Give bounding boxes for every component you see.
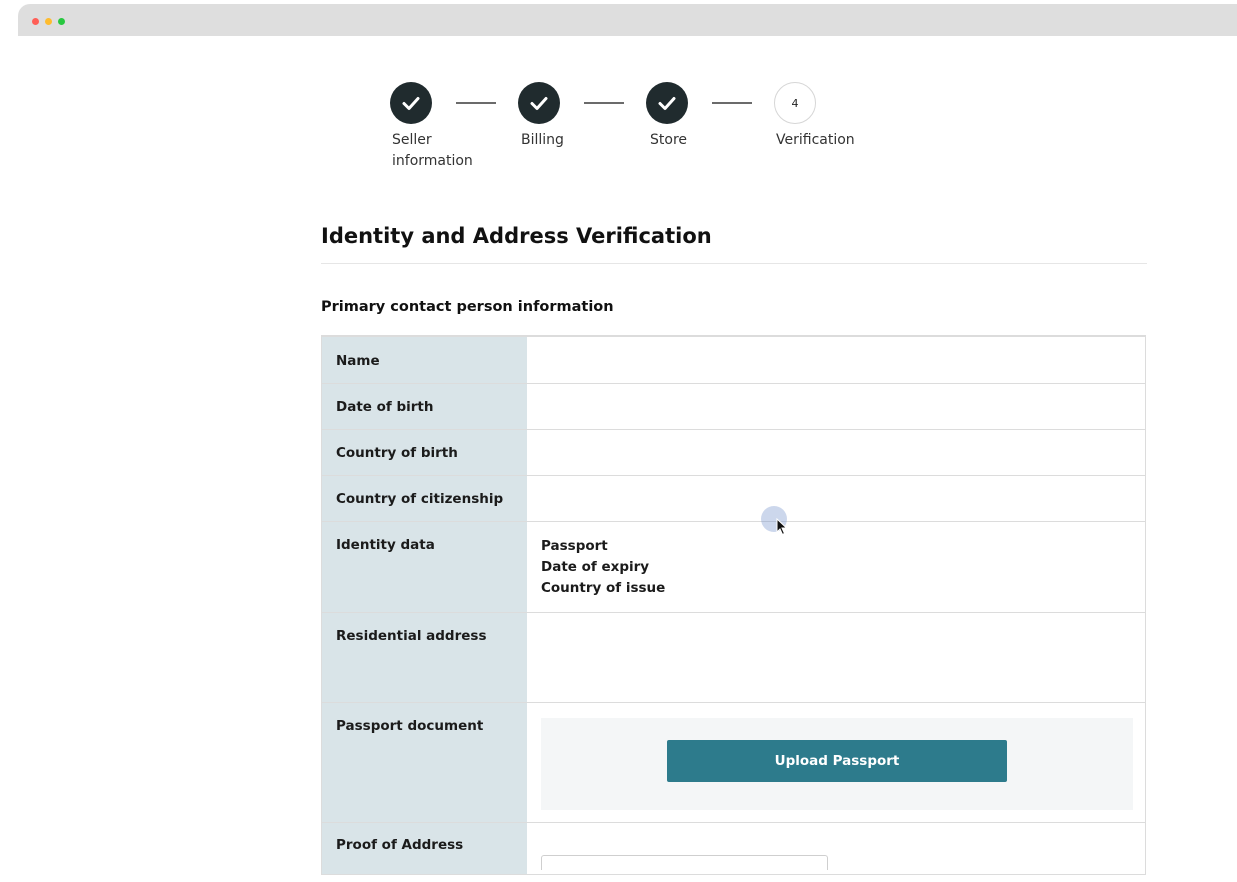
step-label-billing: Billing — [521, 132, 564, 148]
table-row-country-of-birth: Country of birth — [322, 429, 1145, 475]
table-row-proof-of-address: Proof of Address — [322, 822, 1145, 882]
minimize-window-button[interactable] — [45, 18, 52, 25]
step-label-line: information — [392, 153, 473, 169]
row-label: Country of birth — [336, 445, 458, 461]
upload-passport-button[interactable]: Upload Passport — [667, 740, 1007, 782]
table-row-name: Name — [322, 336, 1145, 383]
row-label: Passport document — [336, 718, 484, 734]
row-label: Proof of Address — [336, 837, 464, 853]
step-label-verification: Verification — [776, 132, 855, 148]
mouse-cursor-icon — [776, 518, 788, 536]
check-icon — [402, 97, 420, 110]
contact-info-table: Name Date of birth Country of birth Coun… — [321, 335, 1146, 875]
step-connector — [456, 102, 496, 104]
step-connector — [584, 102, 624, 104]
step-seller-information — [390, 82, 432, 124]
upload-passport-panel: Upload Passport — [541, 718, 1133, 810]
page-title: Identity and Address Verification — [321, 224, 712, 248]
close-window-button[interactable] — [32, 18, 39, 25]
row-label: Residential address — [336, 628, 487, 644]
row-label: Identity data — [336, 537, 435, 553]
maximize-window-button[interactable] — [58, 18, 65, 25]
step-connector — [712, 102, 752, 104]
step-label-line: Seller — [392, 132, 432, 148]
step-store — [646, 82, 688, 124]
step-number: 4 — [791, 96, 799, 110]
table-row-date-of-birth: Date of birth — [322, 383, 1145, 429]
step-billing — [518, 82, 560, 124]
step-verification: 4 — [774, 82, 816, 124]
identity-data-values: Passport Date of expiry Country of issue — [541, 536, 665, 599]
identity-date-of-expiry: Date of expiry — [541, 559, 650, 575]
table-row-residential-address: Residential address — [322, 612, 1145, 702]
step-label-store: Store — [650, 132, 688, 148]
identity-country-of-issue: Country of issue — [541, 580, 666, 596]
browser-title-bar — [18, 4, 1237, 36]
check-icon — [658, 97, 676, 110]
proof-of-address-upload-field[interactable] — [541, 855, 828, 870]
identity-passport: Passport — [541, 538, 608, 554]
step-label-seller-information: Seller information — [392, 130, 473, 172]
table-row-passport-document: Passport document Upload Passport — [322, 702, 1145, 822]
table-row-country-of-citizenship: Country of citizenship — [322, 475, 1145, 521]
section-title: Primary contact person information — [321, 299, 614, 315]
divider — [321, 263, 1147, 264]
row-label: Date of birth — [336, 399, 434, 415]
row-label: Country of citizenship — [336, 491, 504, 507]
check-icon — [530, 97, 548, 110]
table-row-identity-data: Identity data Passport Date of expiry Co… — [322, 521, 1145, 612]
row-label: Name — [336, 353, 380, 369]
